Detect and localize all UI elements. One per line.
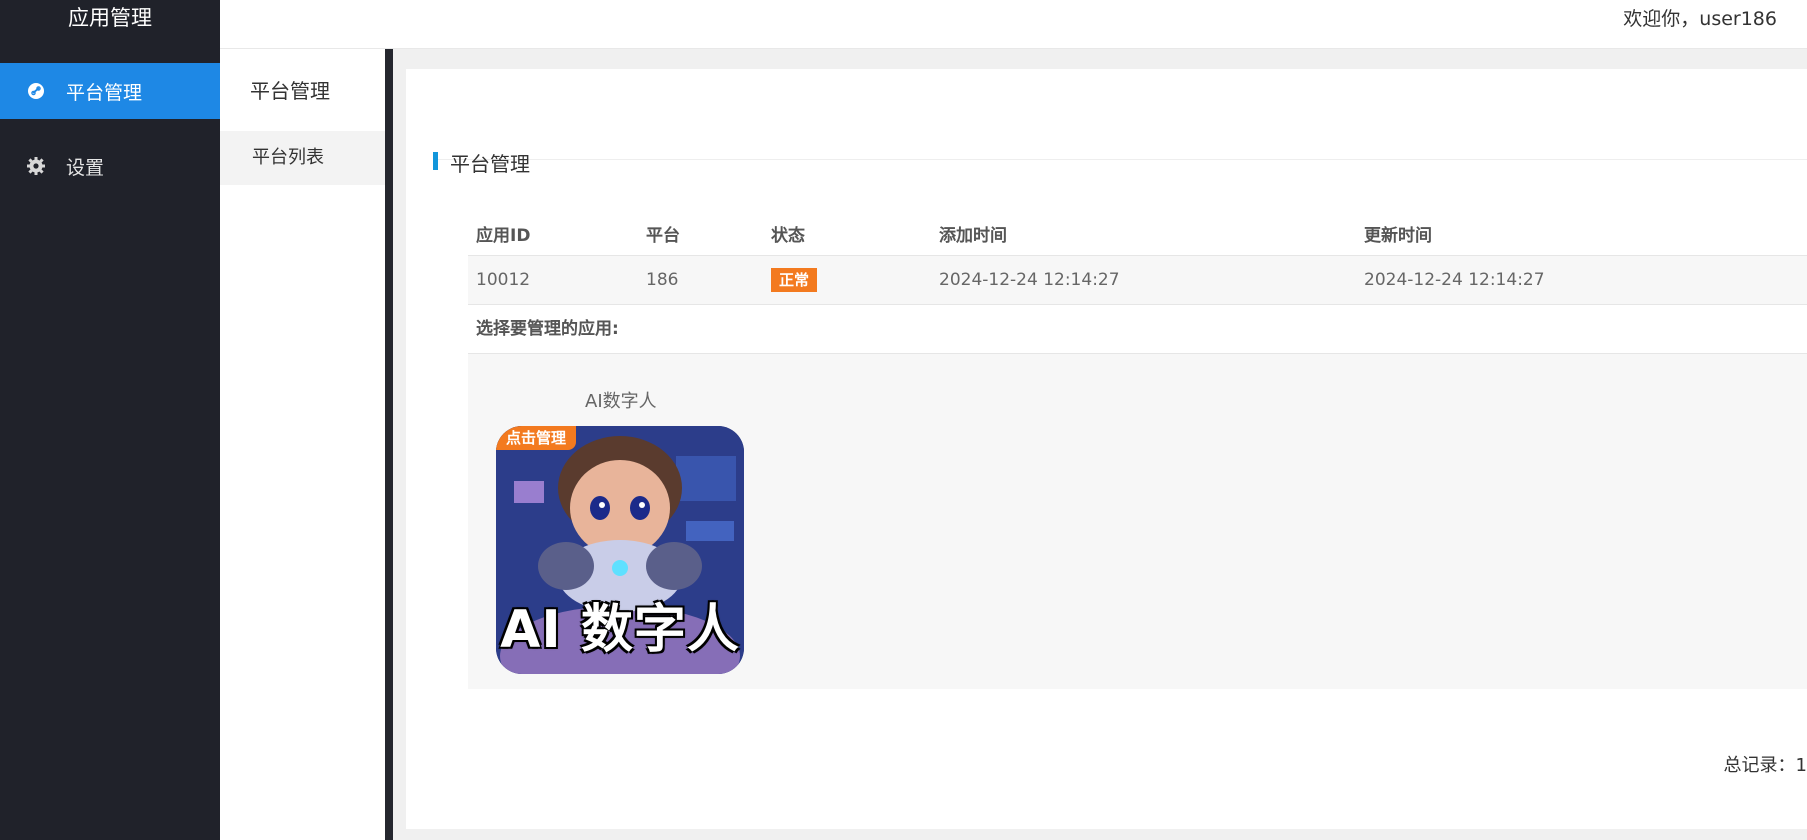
secondary-menu: 平台管理 平台列表 <box>220 49 385 840</box>
col-header-status: 状态 <box>771 225 805 246</box>
cell-status: 正常 <box>763 268 931 292</box>
col-header-added-time: 添加时间 <box>939 225 1007 246</box>
welcome-text[interactable]: 欢迎你，user186 <box>1623 4 1777 31</box>
submenu-item-platform-list[interactable]: 平台列表 <box>220 131 385 185</box>
status-badge: 正常 <box>771 268 818 292</box>
cell-added-time: 2024-12-24 12:14:27 <box>939 270 1120 290</box>
card-header: 平台管理 <box>433 101 1807 176</box>
sidebar-item-label: 平台管理 <box>66 81 143 104</box>
submenu-title: 平台管理 <box>250 79 330 103</box>
select-app-label: 选择要管理的应用: <box>468 305 1807 354</box>
link-icon <box>26 81 46 101</box>
col-header-updated-time: 更新时间 <box>1364 225 1432 246</box>
app-brand: 应用管理 <box>68 6 152 30</box>
sidebar-item-settings[interactable]: 设置 <box>0 138 220 194</box>
gear-icon <box>26 156 46 176</box>
manage-tag[interactable]: 点击管理 <box>496 426 577 450</box>
col-header-app-id: 应用ID <box>476 225 531 246</box>
cell-updated-time: 2024-12-24 12:14:27 <box>1364 270 1545 290</box>
main-card: 平台管理 应用ID 平台 状态 添加时间 更新时间 10012 186 正常 2… <box>406 69 1807 829</box>
total-records: 总记录：1 <box>1723 755 1807 776</box>
sidebar: 应用管理 平台管理 设置 <box>0 0 220 840</box>
cell-platform: 186 <box>646 270 679 290</box>
table-header: 应用ID 平台 状态 添加时间 更新时间 <box>468 211 1807 256</box>
sidebar-item-platform-management[interactable]: 平台管理 <box>0 63 220 119</box>
page-title: 平台管理 <box>450 152 530 176</box>
table-row: 10012 186 正常 2024-12-24 12:14:27 2024-12… <box>468 256 1807 305</box>
app-tile-ai-digital-human[interactable]: 点击管理 AI 数字人 <box>496 426 744 674</box>
title-accent-mark <box>433 152 438 170</box>
cell-app-id: 10012 <box>476 270 531 290</box>
col-header-platform: 平台 <box>646 225 680 246</box>
menu-divider <box>385 49 393 840</box>
top-header: 欢迎你，user186 <box>220 0 1807 49</box>
app-name: AI数字人 <box>585 391 657 412</box>
platform-table: 应用ID 平台 状态 添加时间 更新时间 10012 186 正常 2024-1… <box>468 211 1807 689</box>
app-list: AI数字人 点击管理 AI 数字人 <box>468 354 1807 689</box>
sidebar-item-label: 设置 <box>66 156 105 179</box>
app-tile-caption: AI 数字人 <box>500 600 740 660</box>
